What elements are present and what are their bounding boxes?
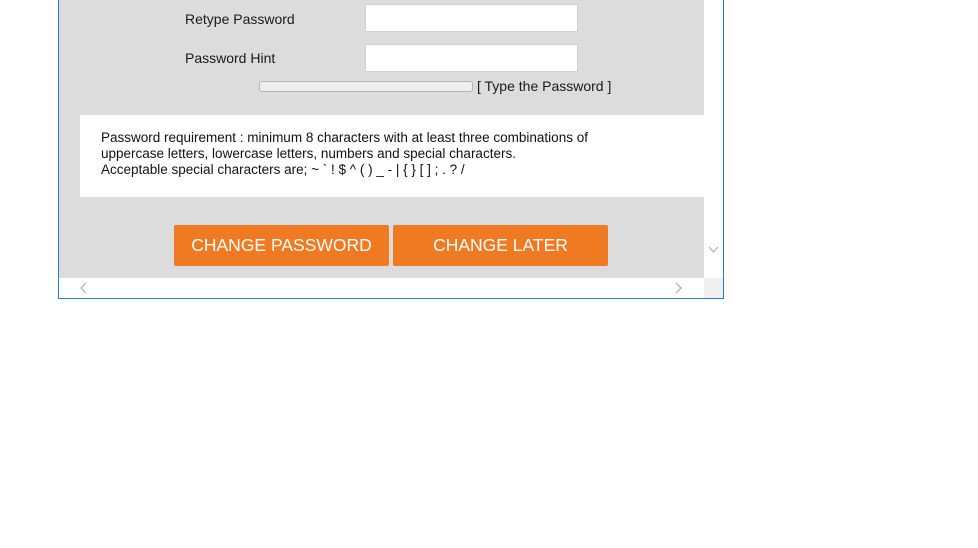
password-requirements-box: Password requirement : minimum 8 charact… — [80, 115, 704, 197]
chevron-down-icon[interactable] — [707, 243, 720, 256]
requirements-line-1: Password requirement : minimum 8 charact… — [101, 130, 588, 145]
vertical-scrollbar[interactable] — [704, 0, 723, 278]
password-strength-status: [ Type the Password ] — [477, 78, 612, 94]
scrollbar-corner — [704, 278, 723, 298]
change-later-button[interactable]: CHANGE LATER — [393, 225, 608, 266]
chevron-left-icon[interactable] — [77, 281, 91, 295]
requirements-line-3: Acceptable special characters are; ~ ` !… — [101, 162, 465, 177]
password-strength-meter — [259, 81, 473, 92]
password-dialog-window: Retype Password Password Hint [ Type the… — [58, 0, 724, 299]
requirements-line-2: uppercase letters, lowercase letters, nu… — [101, 146, 516, 161]
password-hint-label: Password Hint — [185, 50, 276, 66]
password-hint-input[interactable] — [365, 44, 578, 72]
password-form-panel: Retype Password Password Hint [ Type the… — [59, 0, 704, 278]
retype-password-label: Retype Password — [185, 11, 295, 27]
horizontal-scrollbar[interactable] — [59, 278, 704, 298]
change-password-button[interactable]: CHANGE PASSWORD — [174, 225, 389, 266]
retype-password-input[interactable] — [365, 4, 578, 32]
chevron-right-icon[interactable] — [671, 281, 685, 295]
